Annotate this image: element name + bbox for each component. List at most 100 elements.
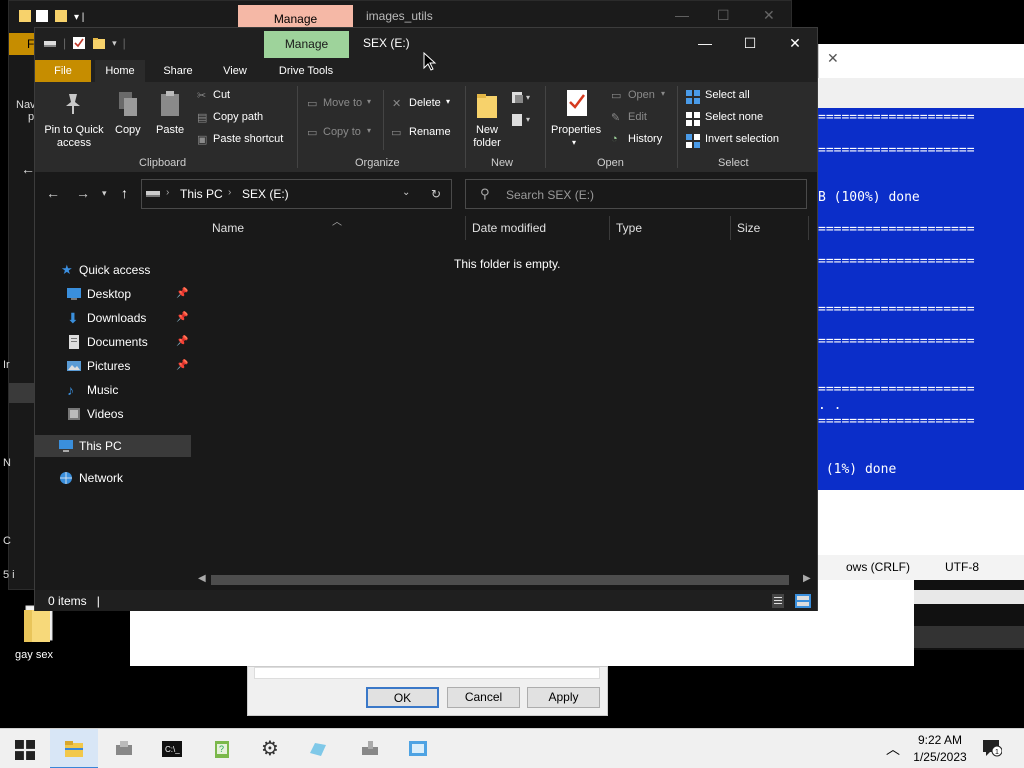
paste-button[interactable]: Paste	[156, 124, 184, 136]
chevron-down-icon[interactable]: ⌄	[402, 187, 410, 198]
column-date-modified[interactable]: Date modified	[472, 221, 546, 235]
background-manage-tab[interactable]: Manage	[238, 5, 353, 29]
taskbar-clock[interactable]: 9:22 AM 1/25/2023	[912, 732, 968, 766]
close-icon[interactable]: ✕	[827, 50, 839, 67]
copy-to-button[interactable]: Copy to	[323, 126, 361, 138]
taskbar-notepad[interactable]: ?	[198, 729, 246, 768]
details-view-icon[interactable]	[772, 594, 784, 608]
taskbar-server-manager[interactable]	[100, 729, 148, 768]
easy-access-icon[interactable]: ▾	[511, 112, 535, 128]
column-name[interactable]: Name	[212, 221, 244, 235]
properties-icon[interactable]	[565, 88, 589, 118]
cut-button[interactable]: Cut	[213, 89, 230, 101]
recent-locations-icon[interactable]: ▾	[102, 188, 107, 199]
delete-button[interactable]: Delete	[409, 97, 441, 109]
nav-downloads[interactable]: ⬇ Downloads 📌	[35, 307, 191, 329]
move-to-button[interactable]: Move to	[323, 97, 362, 109]
manage-tab[interactable]: Manage	[264, 31, 349, 58]
horizontal-scrollbar[interactable]: ◀ ▶	[193, 573, 817, 587]
forward-arrow-icon[interactable]: →	[76, 185, 90, 201]
refresh-icon[interactable]: ↻	[431, 187, 441, 201]
taskbar-file-explorer[interactable]	[50, 729, 98, 768]
nav-network[interactable]: Network	[35, 467, 191, 489]
copy-path-button[interactable]: Copy path	[213, 111, 263, 123]
apply-button[interactable]: Apply	[527, 687, 600, 708]
large-icons-view-icon[interactable]	[795, 594, 811, 608]
taskbar-settings[interactable]: ⚙	[246, 729, 294, 768]
tab-view[interactable]: View	[215, 60, 255, 82]
tab-home[interactable]: Home	[95, 60, 145, 82]
column-separator[interactable]	[730, 216, 731, 240]
scrollbar-thumb[interactable]	[211, 575, 789, 585]
file-list-pane[interactable]: ︿ Name Date modified Type Size This fold…	[193, 216, 817, 588]
minimize-icon[interactable]: —	[675, 7, 689, 23]
taskbar-command-prompt[interactable]: C:\_	[148, 729, 196, 768]
select-all-button[interactable]: Select all	[705, 89, 750, 101]
scroll-right-icon[interactable]: ▶	[803, 573, 811, 584]
drive-icon[interactable]	[43, 36, 57, 50]
scroll-left-icon[interactable]: ◀	[198, 573, 206, 584]
pin-icon[interactable]: 📌	[176, 331, 188, 353]
paste-shortcut-button[interactable]: Paste shortcut	[213, 133, 283, 145]
breadcrumb-drive[interactable]: SEX (E:)	[242, 187, 289, 201]
close-icon[interactable]: ✕	[763, 7, 775, 24]
show-hidden-icons-chevron[interactable]: ︿	[886, 739, 900, 759]
nav-documents[interactable]: Documents 📌	[35, 331, 191, 353]
desktop-icon-folder[interactable]: gay sex	[15, 604, 62, 661]
search-input[interactable]: Search SEX (E:)	[506, 188, 594, 202]
pin-icon[interactable]: 📌	[176, 355, 188, 377]
properties-button[interactable]: Properties	[551, 124, 601, 136]
copy-icon[interactable]	[117, 90, 139, 118]
nav-music[interactable]: ♪ Music	[35, 379, 191, 401]
maximize-icon[interactable]: ☐	[730, 32, 770, 54]
new-folder-icon[interactable]	[92, 36, 106, 50]
taskbar-tools[interactable]	[346, 729, 394, 768]
notification-icon[interactable]: 1	[982, 739, 1002, 757]
maximize-icon[interactable]: ☐	[717, 7, 730, 24]
breadcrumb-this-pc[interactable]: This PC	[180, 187, 223, 201]
column-separator[interactable]	[465, 216, 466, 240]
open-button[interactable]: Open	[628, 89, 655, 101]
new-item-icon[interactable]: ▾	[511, 90, 535, 106]
tab-file[interactable]: File	[35, 60, 91, 82]
nav-desktop[interactable]: Desktop 📌	[35, 283, 191, 305]
taskbar-gems[interactable]	[294, 729, 342, 768]
rename-button[interactable]: Rename	[409, 126, 451, 138]
tab-share[interactable]: Share	[157, 60, 199, 82]
search-box[interactable]: ⚲ Search SEX (E:)	[465, 179, 807, 209]
column-separator[interactable]	[808, 216, 809, 240]
copy-button[interactable]: Copy	[115, 124, 141, 136]
nav-quick-access[interactable]: ★ Quick access	[35, 259, 191, 281]
pin-icon[interactable]: 📌	[176, 283, 188, 305]
tab-drive-tools[interactable]: Drive Tools	[271, 60, 341, 82]
nav-pictures[interactable]: Pictures 📌	[35, 355, 191, 377]
close-icon[interactable]: ✕	[775, 32, 815, 54]
minimize-icon[interactable]: —	[685, 32, 725, 54]
nav-videos[interactable]: Videos	[35, 403, 191, 425]
nav-this-pc[interactable]: This PC	[35, 435, 191, 457]
up-arrow-icon[interactable]: ↑	[121, 185, 128, 201]
pin-icon[interactable]: 📌	[176, 307, 188, 329]
taskbar-control-panel[interactable]	[394, 729, 442, 768]
customize-toolbar-icon[interactable]: ▾	[112, 38, 117, 49]
select-none-button[interactable]: Select none	[705, 111, 763, 123]
back-arrow-icon[interactable]: ←	[21, 161, 35, 177]
new-folder-button[interactable]: New folder	[473, 124, 501, 150]
pin-to-quick-access-button[interactable]: Pin to Quick access	[43, 124, 105, 150]
history-button[interactable]: History	[628, 133, 662, 145]
back-arrow-icon[interactable]: ←	[46, 185, 60, 201]
new-folder-icon[interactable]	[475, 90, 499, 120]
file-explorer-window[interactable]: | ▾ | Manage SEX (E:) — ☐ ✕ File Home Sh…	[34, 27, 818, 611]
column-type[interactable]: Type	[616, 221, 642, 235]
cancel-button[interactable]: Cancel	[447, 687, 520, 708]
ok-button[interactable]: OK	[366, 687, 439, 708]
column-size[interactable]: Size	[737, 221, 760, 235]
edit-button[interactable]: Edit	[628, 111, 647, 123]
properties-check-icon[interactable]	[72, 36, 86, 50]
address-bar[interactable]: › This PC › SEX (E:) ⌄ ↻	[141, 179, 452, 209]
start-button[interactable]	[0, 729, 48, 768]
paste-icon[interactable]	[159, 90, 181, 118]
pin-icon[interactable]	[63, 92, 83, 116]
column-separator[interactable]	[609, 216, 610, 240]
invert-selection-button[interactable]: Invert selection	[705, 133, 779, 145]
